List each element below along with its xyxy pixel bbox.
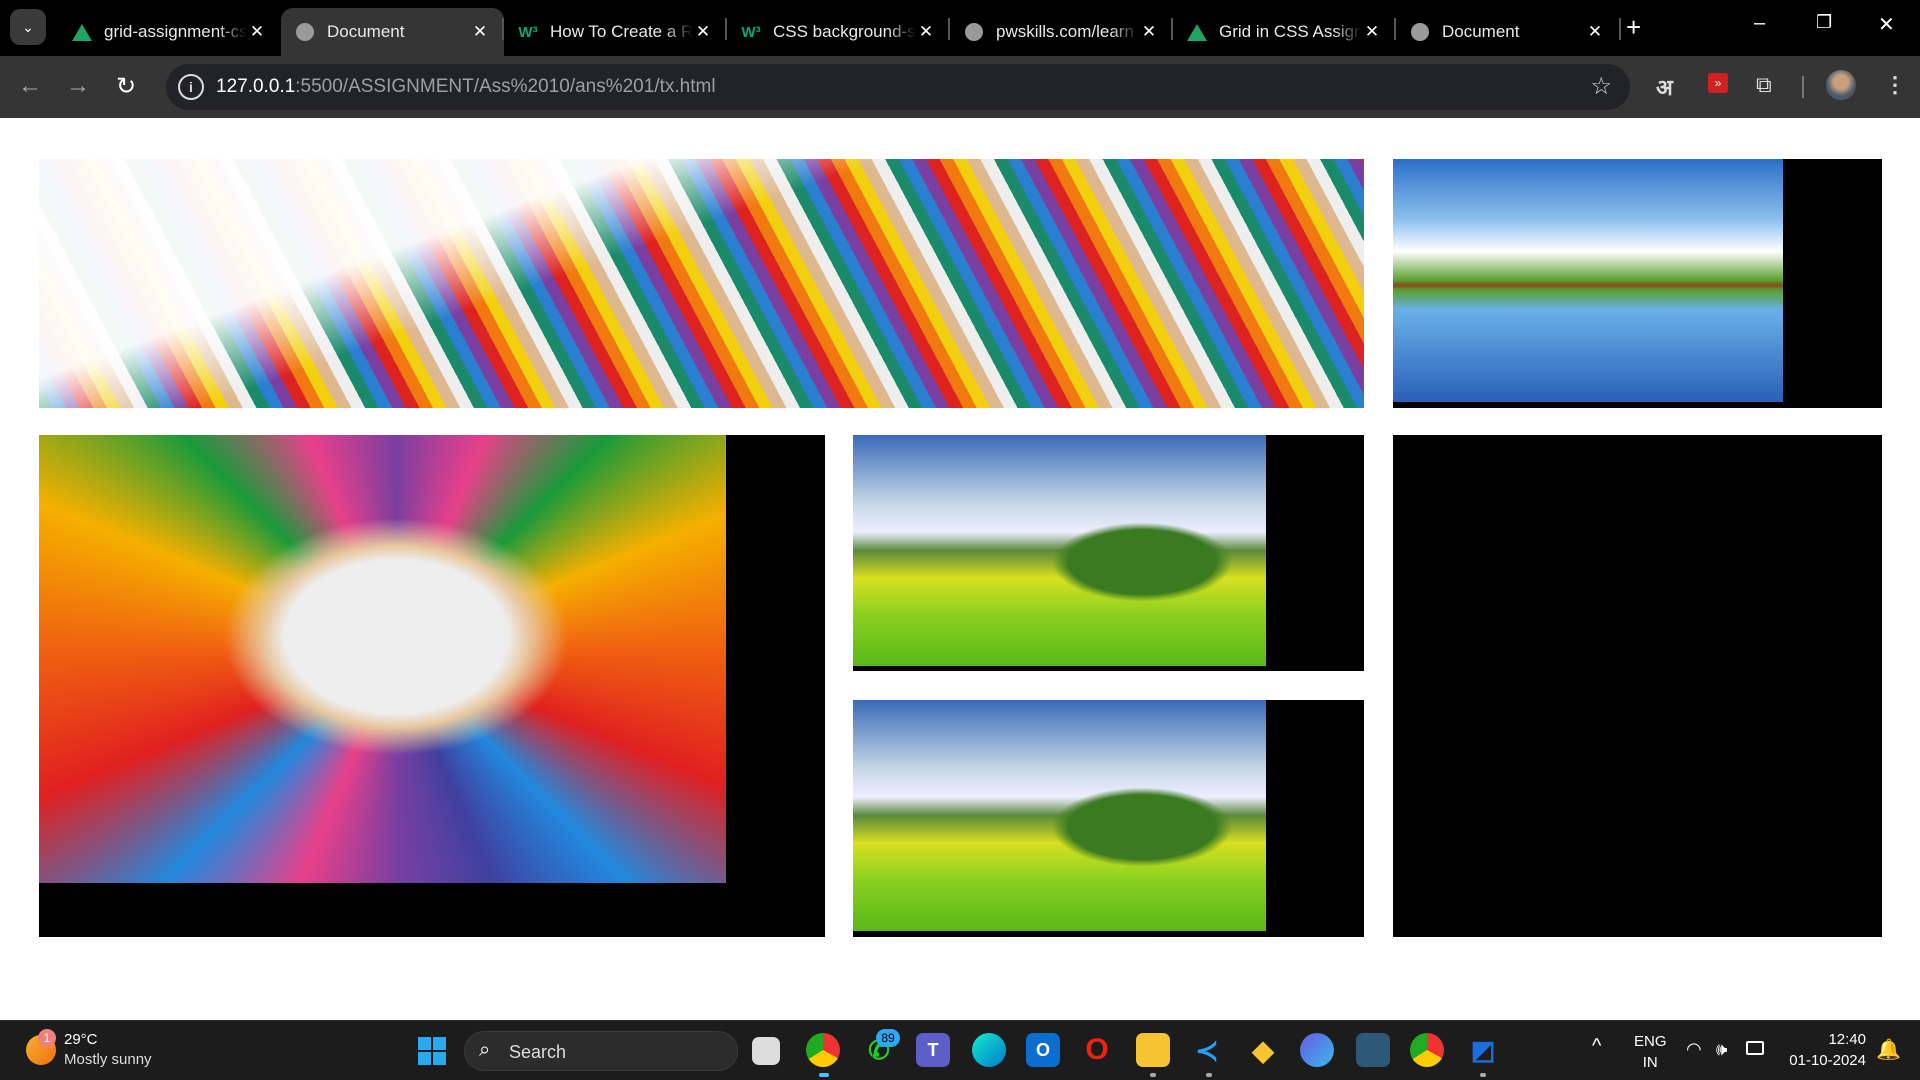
- google-drive-icon: [1187, 22, 1207, 42]
- menu-dots-icon[interactable]: ⋮: [1884, 72, 1906, 98]
- globe-icon: [295, 22, 315, 42]
- notification-bell-icon[interactable]: 🔔: [1876, 1037, 1901, 1062]
- taskbar: 1 29°C Mostly sunny ⌕ Search ✆ 89 T O O …: [0, 1020, 1920, 1080]
- tab-6[interactable]: Grid in CSS Assignment✕: [1173, 8, 1396, 56]
- tab-1[interactable]: grid-assignment-css ✕: [58, 8, 281, 56]
- tab-close-icon[interactable]: ✕: [1585, 22, 1605, 42]
- tab-title: Document: [327, 22, 405, 41]
- tab-title: grid-assignment-css: [104, 22, 247, 41]
- time: 12:40: [1828, 1031, 1866, 1048]
- restore-button[interactable]: ❐: [1816, 12, 1832, 33]
- google-drive-icon: [72, 22, 92, 42]
- git-icon[interactable]: ◆: [1246, 1033, 1280, 1067]
- new-tab-button[interactable]: +: [1626, 12, 1641, 43]
- outlook-icon[interactable]: O: [1026, 1033, 1060, 1067]
- remote-app-icon[interactable]: ◩: [1466, 1033, 1500, 1067]
- tab-separator: [1619, 18, 1621, 40]
- tab-title: Document: [1442, 22, 1520, 41]
- clock[interactable]: 12:40 01-10-2024: [1786, 1031, 1866, 1069]
- tab-separator: [725, 18, 727, 40]
- w3schools-icon: W³: [518, 23, 538, 41]
- tab-close-icon[interactable]: ✕: [470, 22, 490, 42]
- tab-separator: [1394, 18, 1396, 40]
- running-indicator: [1150, 1073, 1156, 1077]
- task-view-icon[interactable]: [752, 1037, 780, 1065]
- url-host: 127.0.0.1: [216, 76, 296, 97]
- teams-icon[interactable]: T: [916, 1033, 950, 1067]
- tab-close-icon[interactable]: ✕: [1139, 22, 1159, 42]
- tab-separator: [948, 18, 950, 40]
- windows-start-icon[interactable]: [418, 1037, 446, 1065]
- region: IN: [1642, 1054, 1658, 1071]
- bookmark-star-icon[interactable]: ☆: [1590, 72, 1612, 101]
- file-explorer-icon[interactable]: [1136, 1033, 1170, 1067]
- tab-close-icon[interactable]: ✕: [693, 22, 713, 42]
- wifi-icon[interactable]: ◠: [1686, 1039, 1702, 1060]
- field-image-2: [853, 700, 1266, 931]
- close-window-button[interactable]: ✕: [1878, 12, 1895, 37]
- grid-cell-empty: [1393, 435, 1882, 937]
- battery-icon[interactable]: [1746, 1041, 1764, 1055]
- minimize-button[interactable]: –: [1754, 12, 1765, 35]
- toolbar-divider: [1802, 76, 1804, 98]
- tab-separator: [502, 18, 504, 40]
- tab-5[interactable]: pwskills.com/learn ✕: [950, 8, 1173, 56]
- volume-icon[interactable]: 🕪: [1716, 1039, 1727, 1060]
- search-icon: ⌕: [479, 1039, 491, 1061]
- site-info-icon[interactable]: i: [178, 74, 204, 100]
- weather-badge: 1: [38, 1029, 56, 1047]
- tab-3[interactable]: W³ How To Create a Responsive✕: [504, 8, 727, 56]
- vscode-icon[interactable]: ≺: [1190, 1033, 1224, 1067]
- running-indicator: [1480, 1073, 1486, 1077]
- tab-title: How To Create a Responsive: [550, 22, 693, 41]
- temperature[interactable]: 29°C: [64, 1031, 98, 1048]
- language: ENG: [1634, 1033, 1667, 1050]
- chrome-profile-icon[interactable]: [1410, 1033, 1444, 1067]
- mysql-workbench-icon[interactable]: [1356, 1033, 1390, 1067]
- forward-button[interactable]: →: [66, 72, 90, 100]
- reload-button[interactable]: ↻: [116, 72, 136, 101]
- taskbar-search[interactable]: ⌕ Search: [464, 1031, 738, 1071]
- field-image-1: [853, 435, 1266, 666]
- date: 01-10-2024: [1789, 1052, 1866, 1069]
- tab-title: pwskills.com/learn: [996, 22, 1134, 41]
- globe-icon: [964, 22, 984, 42]
- extensions-puzzle-icon[interactable]: ⧉: [1756, 72, 1772, 98]
- toolbar: ← → ↻ i 127.0.0.1:5500/ASSIGNMENT/Ass%20…: [0, 56, 1920, 118]
- globe-icon: [1410, 22, 1430, 42]
- back-button[interactable]: ←: [18, 72, 42, 100]
- tab-separator: [1171, 18, 1173, 40]
- tab-title: CSS background-size: [773, 22, 916, 41]
- tab-close-icon[interactable]: ✕: [247, 22, 267, 42]
- chrome-icon[interactable]: [806, 1033, 840, 1067]
- tab-2[interactable]: Document ✕: [281, 8, 504, 56]
- tab-7[interactable]: Document ✕: [1396, 8, 1619, 56]
- opera-icon[interactable]: O: [1080, 1033, 1114, 1067]
- url-text[interactable]: 127.0.0.1:5500/ASSIGNMENT/Ass%2010/ans%2…: [216, 76, 716, 98]
- whatsapp-badge: 89: [876, 1029, 900, 1047]
- translate-icon[interactable]: अ: [1656, 72, 1673, 102]
- tab-bar: ⌄ grid-assignment-css ✕ Document ✕ W³ How To …: [0, 0, 1920, 56]
- tab-title: Grid in CSS Assignment: [1219, 22, 1362, 41]
- profile-avatar[interactable]: [1826, 70, 1856, 100]
- url-path: :5500/ASSIGNMENT/Ass%2010/ans%201/tx.htm…: [295, 76, 716, 97]
- edge-icon[interactable]: [972, 1033, 1006, 1067]
- extension-red-icon[interactable]: »: [1708, 73, 1728, 93]
- pencils-image-strip: [39, 159, 1364, 408]
- weather-description[interactable]: Mostly sunny: [64, 1051, 152, 1068]
- active-indicator: [819, 1073, 829, 1077]
- tab-close-icon[interactable]: ✕: [916, 22, 936, 42]
- search-label: Search: [509, 1042, 567, 1062]
- tab-4[interactable]: W³ CSS background-size✕: [727, 8, 950, 56]
- house-lake-image: [1393, 159, 1783, 402]
- pencil-heart-image: [39, 435, 726, 883]
- show-hidden-icons-chevron-icon[interactable]: ^: [1592, 1035, 1601, 1058]
- w3schools-icon: W³: [741, 23, 761, 41]
- tab-close-icon[interactable]: ✕: [1362, 22, 1382, 42]
- language-indicator[interactable]: ENG IN: [1634, 1033, 1667, 1071]
- tab-search-button[interactable]: ⌄: [10, 9, 46, 45]
- address-bar[interactable]: i 127.0.0.1:5500/ASSIGNMENT/Ass%2010/ans…: [166, 64, 1630, 110]
- copilot-icon[interactable]: [1300, 1033, 1334, 1067]
- running-indicator: [1206, 1073, 1212, 1077]
